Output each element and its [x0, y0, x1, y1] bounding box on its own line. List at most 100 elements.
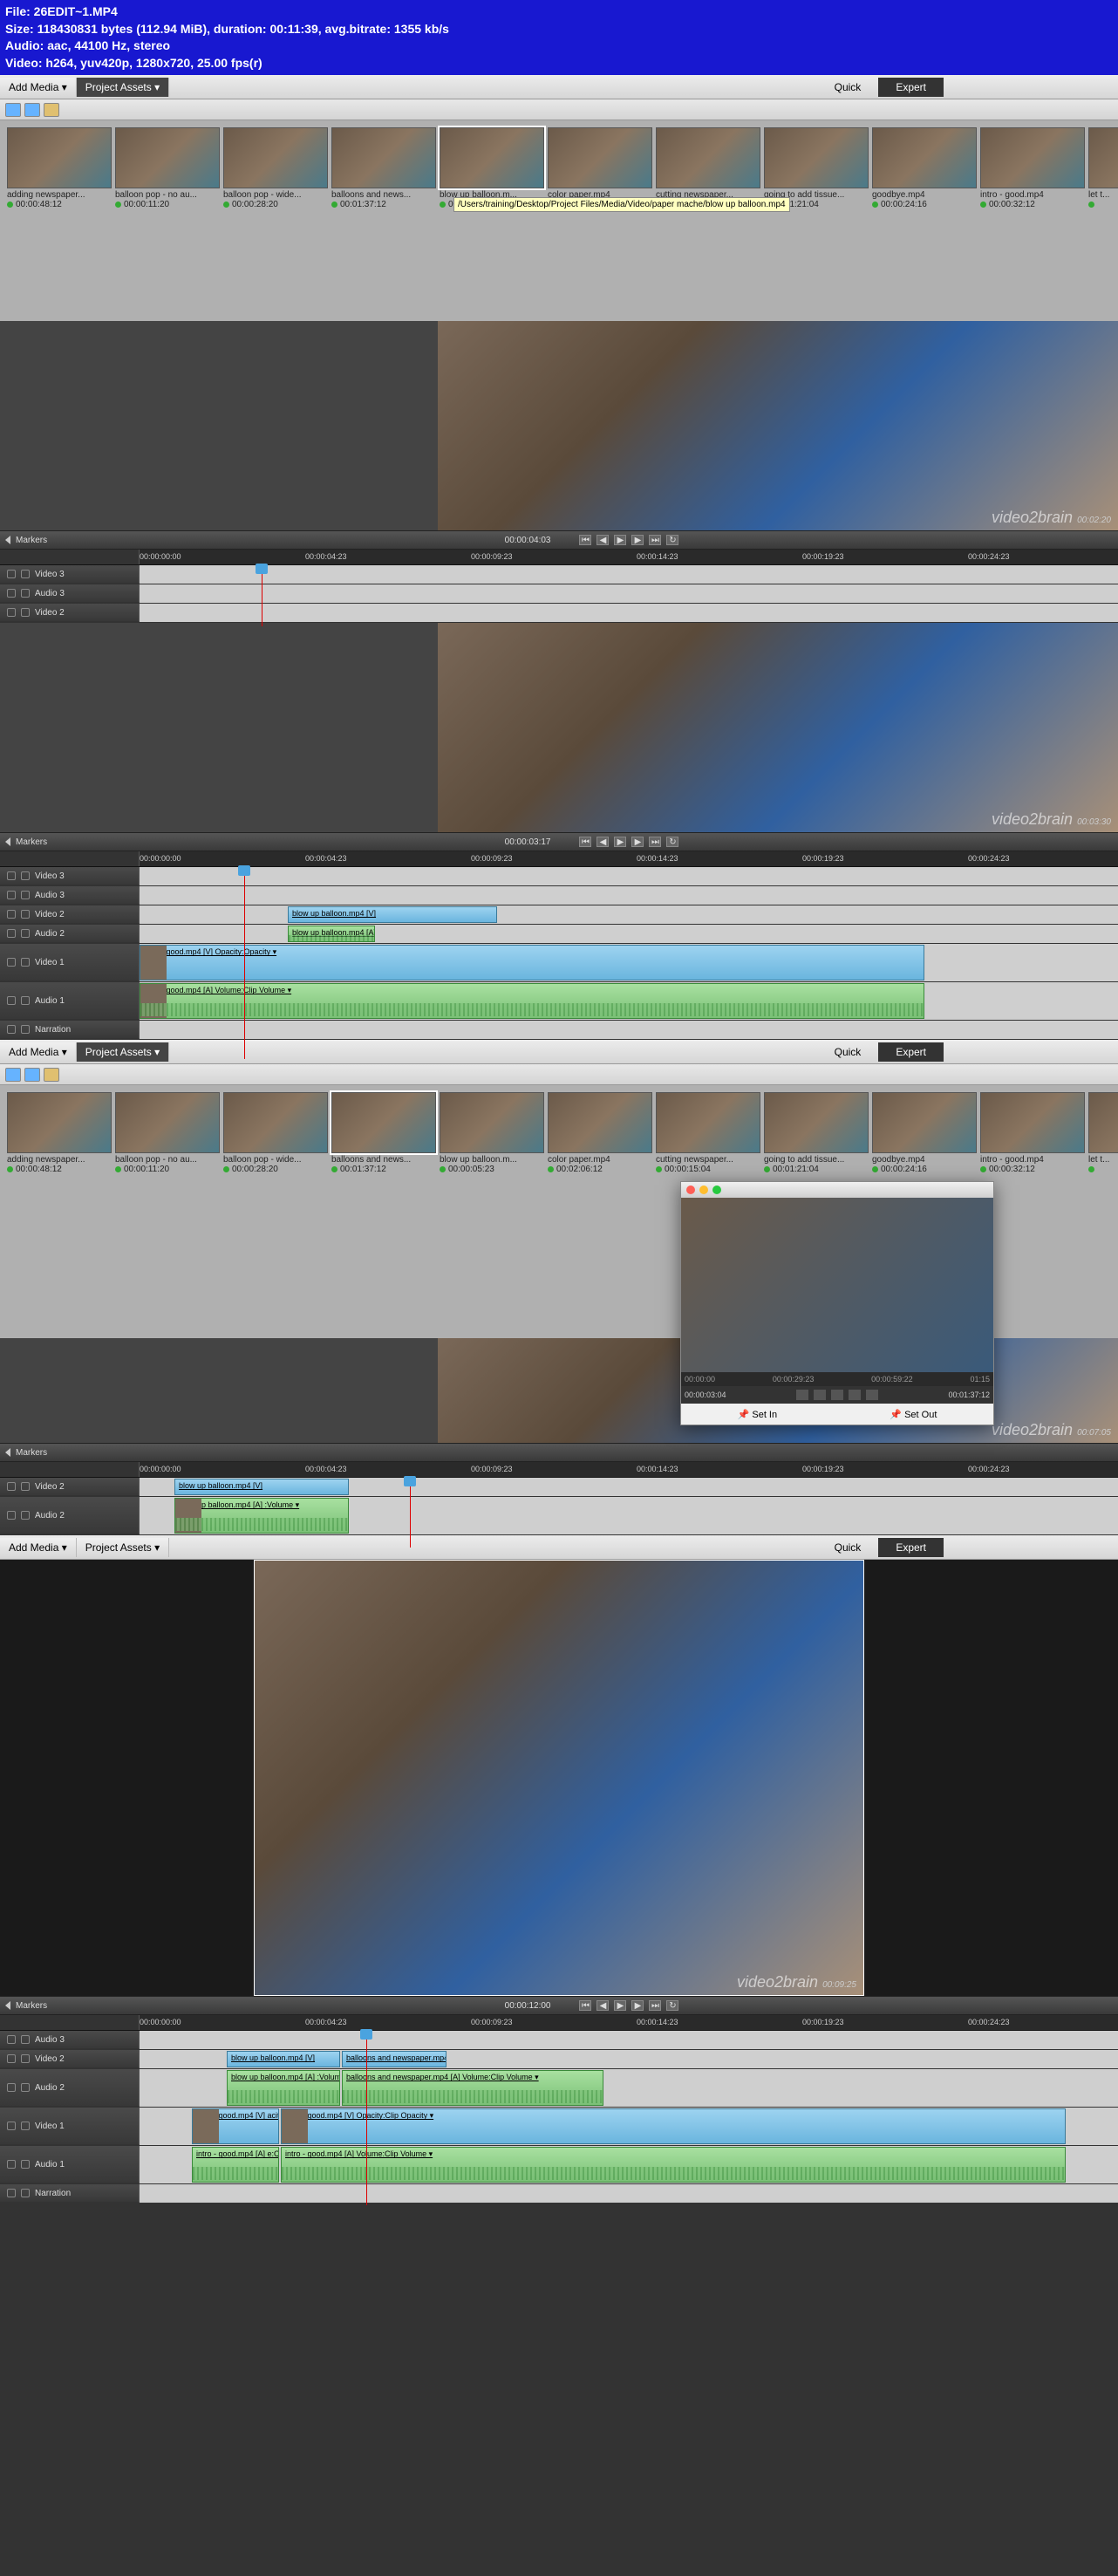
goto-end-icon[interactable] [866, 1390, 878, 1400]
track-header[interactable]: Audio 3 [0, 584, 140, 603]
track-header[interactable]: Video 3 [0, 565, 140, 584]
track-header[interactable]: Audio 1 [0, 982, 140, 1020]
set-in-button[interactable]: 📌 Set In [738, 1409, 778, 1420]
bin-thumbnail[interactable]: going to add tissue...00:01:21:04 [764, 1092, 869, 1174]
timeline-clip[interactable]: intro - good.mp4 [A] Volume:Clip Volume … [140, 983, 924, 1019]
timeline-clip[interactable]: blow up balloon.mp4 [V] [174, 1479, 349, 1495]
track-header[interactable]: Video 2 [0, 604, 140, 622]
timeline-ruler[interactable]: 00:00:00:0000:00:04:2300:00:09:2300:00:1… [0, 550, 1118, 565]
track-lane[interactable]: intro - good.mp4 [V] acity:Opacity ▾intr… [140, 2108, 1118, 2145]
bin-thumbnail[interactable]: balloon pop - no au...00:00:11:20 [115, 127, 220, 209]
track-header[interactable]: Narration [0, 2184, 140, 2203]
tab-expert[interactable]: Expert [878, 78, 944, 97]
track-lane[interactable] [140, 584, 1118, 603]
bin-thumbnail[interactable]: blow up balloon.m...00:00:05:23 [440, 1092, 544, 1174]
step-back-icon[interactable] [814, 1390, 826, 1400]
track-lane[interactable] [140, 867, 1118, 885]
bin-thumbnail[interactable]: goodbye.mp400:00:24:16 [872, 1092, 977, 1174]
track-header[interactable]: Audio 2 [0, 1497, 140, 1534]
tab-expert[interactable]: Expert [878, 1042, 944, 1062]
tab-quick[interactable]: Quick [817, 1042, 879, 1062]
timeline-clip[interactable]: blow up balloon.mp4 [A] [288, 926, 375, 942]
track-lane[interactable]: blow up balloon.mp4 [A] :Volume ▾ [140, 1497, 1118, 1534]
grid-view-icon[interactable] [5, 103, 21, 117]
bin-thumbnail[interactable]: intro - good.mp400:00:32:12 [980, 1092, 1085, 1174]
timeline-clip[interactable]: intro - good.mp4 [A] Volume:Clip Volume … [281, 2147, 1066, 2183]
track-lane[interactable]: blow up balloon.mp4 [V] [140, 1478, 1118, 1496]
list-view-icon[interactable] [24, 103, 40, 117]
track-lane[interactable]: blow up balloon.mp4 [V]balloons and news… [140, 2050, 1118, 2068]
collapse-icon[interactable] [5, 536, 10, 544]
track-header[interactable]: Audio 3 [0, 2031, 140, 2049]
project-assets-button[interactable]: Project Assets ▾ [77, 1538, 169, 1557]
project-assets-button[interactable]: Project Assets ▾ [77, 1042, 169, 1062]
track-lane[interactable] [140, 2031, 1118, 2049]
bin-thumbnail[interactable]: adding newspaper...00:00:48:12 [7, 127, 112, 209]
track-lane[interactable]: intro - good.mp4 [A] e:Clip Volumeintro … [140, 2146, 1118, 2183]
timeline-clip[interactable]: blow up balloon.mp4 [V] [227, 2051, 340, 2067]
goto-start-icon[interactable] [796, 1390, 808, 1400]
filter-icon[interactable] [44, 103, 59, 117]
bin-thumbnail[interactable]: balloon pop - wide...00:00:28:20 [223, 1092, 328, 1174]
track-header[interactable]: Narration [0, 1021, 140, 1039]
timeline-clip[interactable]: blow up balloon.mp4 [A] :Volume ▾ [174, 1498, 349, 1534]
timeline-clip[interactable]: balloons and newspaper.mp4 [A] Volume:Cl… [342, 2070, 603, 2106]
timeline-clip[interactable]: intro - good.mp4 [V] Opacity:Clip Opacit… [281, 2108, 1066, 2144]
bin-thumbnail[interactable]: balloon pop - wide...00:00:28:20 [223, 127, 328, 209]
track-header[interactable]: Video 3 [0, 867, 140, 885]
set-out-button[interactable]: 📌 Set Out [890, 1409, 937, 1420]
track-lane[interactable] [140, 604, 1118, 622]
track-header[interactable]: Video 2 [0, 905, 140, 924]
goto-end-icon[interactable]: ⏭ [649, 535, 661, 545]
track-lane[interactable]: blow up balloon.mp4 [A] :Volume ▾balloon… [140, 2069, 1118, 2107]
track-lane[interactable] [140, 2184, 1118, 2203]
step-fwd-icon[interactable]: ▶ [631, 535, 644, 545]
add-media-button[interactable]: Add Media ▾ [0, 1538, 77, 1557]
track-lane[interactable] [140, 1021, 1118, 1039]
track-lane[interactable] [140, 565, 1118, 584]
timeline-clip[interactable]: balloons and newspaper.mp4 [V] [342, 2051, 447, 2067]
track-lane[interactable]: intro - good.mp4 [V] Opacity:Opacity ▾ [140, 944, 1118, 981]
track-lane[interactable]: intro - good.mp4 [A] Volume:Clip Volume … [140, 982, 1118, 1020]
bin-thumbnail[interactable]: goodbye.mp400:00:24:16 [872, 127, 977, 209]
play-icon[interactable] [831, 1390, 843, 1400]
tab-quick[interactable]: Quick [817, 78, 879, 97]
track-lane[interactable]: blow up balloon.mp4 [V] [140, 905, 1118, 924]
track-lane[interactable]: blow up balloon.mp4 [A] [140, 925, 1118, 943]
track-header[interactable]: Video 2 [0, 2050, 140, 2068]
timeline-clip[interactable]: blow up balloon.mp4 [A] :Volume ▾ [227, 2070, 340, 2106]
zoom-icon[interactable] [712, 1186, 721, 1194]
step-fwd-icon[interactable] [849, 1390, 861, 1400]
track-header[interactable]: Audio 2 [0, 2069, 140, 2107]
track-header[interactable]: Audio 2 [0, 925, 140, 943]
timeline-clip[interactable]: intro - good.mp4 [V] Opacity:Opacity ▾ [140, 945, 924, 981]
bin-thumbnail[interactable]: color paper.mp400:02:06:12 [548, 1092, 652, 1174]
playhead-icon[interactable] [238, 865, 250, 876]
close-icon[interactable] [686, 1186, 695, 1194]
bin-thumbnail[interactable]: let t... [1088, 1092, 1118, 1174]
timeline-clip[interactable]: intro - good.mp4 [A] e:Clip Volume [192, 2147, 279, 2183]
bin-thumbnail[interactable]: balloon pop - no au...00:00:11:20 [115, 1092, 220, 1174]
track-header[interactable]: Audio 1 [0, 2146, 140, 2183]
project-assets-button[interactable]: Project Assets ▾ [77, 78, 169, 97]
track-lane[interactable] [140, 886, 1118, 905]
add-media-button[interactable]: Add Media ▾ [0, 1042, 77, 1062]
play-icon[interactable]: ▶ [614, 535, 626, 545]
bin-thumbnail[interactable]: intro - good.mp400:00:32:12 [980, 127, 1085, 209]
track-header[interactable]: Video 1 [0, 2108, 140, 2145]
track-header[interactable]: Audio 3 [0, 886, 140, 905]
goto-start-icon[interactable]: ⏮ [579, 535, 591, 545]
loop-icon[interactable]: ↻ [666, 535, 678, 545]
collapse-icon[interactable] [5, 837, 10, 846]
bin-thumbnail[interactable]: balloons and news...00:01:37:12 [331, 1092, 436, 1174]
add-media-button[interactable]: Add Media ▾ [0, 78, 77, 97]
bin-thumbnail[interactable]: adding newspaper...00:00:48:12 [7, 1092, 112, 1174]
source-monitor-window[interactable]: 00:00:0000:00:29:2300:00:59:2201:15 00:0… [680, 1181, 994, 1425]
timeline-clip[interactable]: blow up balloon.mp4 [V] [288, 906, 497, 923]
track-header[interactable]: Video 1 [0, 944, 140, 981]
playhead-icon[interactable] [256, 564, 268, 574]
minimize-icon[interactable] [699, 1186, 708, 1194]
track-header[interactable]: Video 2 [0, 1478, 140, 1496]
bin-thumbnail[interactable]: balloons and news...00:01:37:12 [331, 127, 436, 209]
scrub-bar[interactable]: 00:00:0000:00:29:2300:00:59:2201:15 [681, 1372, 993, 1386]
